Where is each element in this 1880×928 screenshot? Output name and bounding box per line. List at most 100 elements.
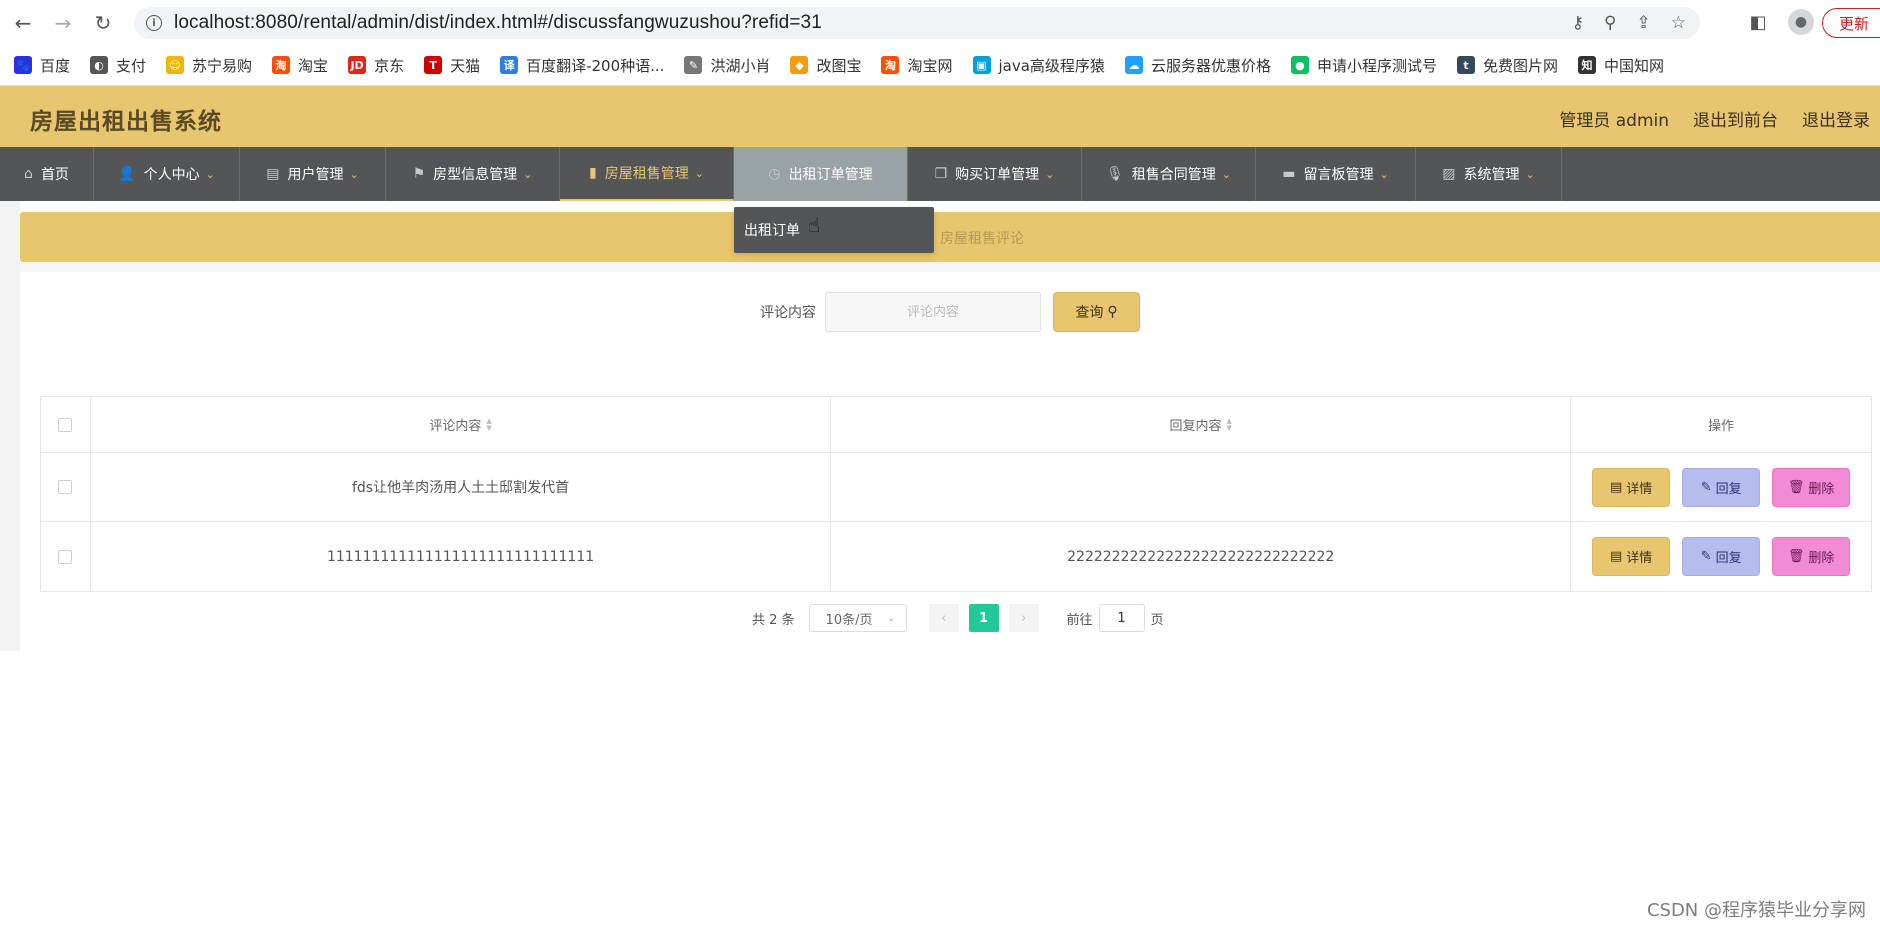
detail-button[interactable]: ▤ 详情 xyxy=(1592,467,1671,507)
header-ops-label: 操作 xyxy=(1708,419,1735,434)
nav-item-label: 系统管理 xyxy=(1463,167,1520,183)
row-checkbox-cell xyxy=(41,453,91,521)
back-icon[interactable]: ← xyxy=(10,10,36,36)
breadcrumb[interactable]: 房屋租售评论 xyxy=(940,228,1024,248)
sort-icon[interactable]: ▲ ▼ xyxy=(1227,417,1232,432)
reload-icon[interactable]: ↻ xyxy=(90,10,116,36)
row-checkbox[interactable] xyxy=(58,480,73,494)
reply-button[interactable]: ✎ 回复 xyxy=(1682,537,1761,576)
bookmark-item[interactable]: ☺ 苏宁易购 xyxy=(166,50,252,80)
row-checkbox[interactable] xyxy=(58,549,73,564)
watermark: CSDN @程序猿毕业分享网 xyxy=(1646,900,1866,921)
bookmark-item[interactable]: ▣ java高级程序猿 xyxy=(972,50,1105,80)
goto-label: 前往 xyxy=(1066,612,1093,628)
pagination: 共 2 条 10条/页 ⌄ ‹ 1 › 前往 1 页 xyxy=(752,604,1164,632)
next-page-button[interactable]: › xyxy=(1008,604,1039,632)
cell-content: 111111111111111111111111111111 xyxy=(91,522,832,591)
search-button-label: 查询 xyxy=(1075,305,1104,321)
bookmark-item[interactable]: 译百度翻译-200种语... xyxy=(500,50,664,80)
forward-icon[interactable]: → xyxy=(50,10,76,36)
admin-label: 管理员 admin xyxy=(1559,111,1669,131)
zoom-icon[interactable]: ⚲ xyxy=(1604,13,1616,33)
select-all-checkbox[interactable] xyxy=(58,417,73,432)
nav-item[interactable]: ▤ 用户管理 ⌄ xyxy=(240,147,386,201)
nav-item[interactable]: ◷ 出租订单管理 xyxy=(734,147,908,201)
table-header-row: 评论内容 ▲ ▼ 回复内容 ▲ ▼ 操作 xyxy=(41,397,1871,453)
table-row: 111111111111111111111111111111 2222222222… xyxy=(41,522,1871,591)
key-icon[interactable]: ⚷ xyxy=(1572,13,1584,33)
bookmark-label: 淘宝网 xyxy=(907,56,953,75)
address-bar[interactable]: i localhost:8080/rental/admin/dist/index… xyxy=(134,7,1700,39)
goto-suffix: 页 xyxy=(1150,612,1164,628)
row-checkbox-cell xyxy=(41,522,91,591)
logout-link[interactable]: 退出登录 xyxy=(1802,106,1870,131)
cell-content: fds让他羊肉汤用人土土邸割发代首 xyxy=(91,453,832,521)
bookmark-label: 申请小程序测试号 xyxy=(1316,56,1437,75)
nav-item[interactable]: 🎙 租售合同管理 ⌄ xyxy=(1082,147,1256,201)
bookmark-item[interactable]: 🐾 百度 xyxy=(14,50,70,80)
update-button[interactable]: 更新 xyxy=(1822,8,1880,38)
sort-icon[interactable]: ▲ ▼ xyxy=(486,417,491,432)
side-panel-icon[interactable]: ◧ xyxy=(1744,8,1772,36)
comments-table: 评论内容 ▲ ▼ 回复内容 ▲ ▼ 操作 fds让他羊肉汤用人土土邸割发代首 ▤ 详情 ✎… xyxy=(40,396,1872,592)
goto-page-input[interactable]: 1 xyxy=(1098,604,1145,632)
bookmark-icon: 知 xyxy=(1577,56,1596,74)
page-number-current[interactable]: 1 xyxy=(968,604,999,632)
front-link[interactable]: 退出到前台 xyxy=(1693,106,1778,131)
bookmark-item[interactable]: 淘淘宝网 xyxy=(881,50,953,80)
header-content[interactable]: 评论内容 ▲ ▼ xyxy=(91,397,832,452)
profile-avatar[interactable]: ● xyxy=(1788,9,1814,35)
browser-toolbar-icons: ◧ ● xyxy=(1744,8,1814,36)
nav-item[interactable]: ❐ 购买订单管理 ⌄ xyxy=(908,147,1082,201)
briefcase-icon: ▤ xyxy=(266,166,280,182)
nav-item[interactable]: ⚑ 房型信息管理 ⌄ xyxy=(386,147,560,201)
reply-button[interactable]: ✎ 回复 xyxy=(1682,467,1761,507)
bookmark-item[interactable]: T 天猫 xyxy=(424,50,480,80)
prev-page-button[interactable]: ‹ xyxy=(928,604,959,632)
bookmark-item[interactable]: ◆ 改图宝 xyxy=(790,50,861,80)
main-nav: ⌂ 首页 👤 个人中心 ⌄ ▤ 用户管理 ⌄ ⚑ 房型信息管理 ⌄ ▮ 房屋租售管理 ⌄ ◷ 出租订单管理 ❐ 购… xyxy=(0,147,1880,201)
nav-item-label: 留言板管理 xyxy=(1303,167,1374,183)
bookmark-icon: ◐ xyxy=(90,56,109,74)
delete-button[interactable]: 🗑 删除 xyxy=(1772,467,1851,507)
table-body: fds让他羊肉汤用人土土邸割发代首 ▤ 详情 ✎ 回复 🗑 删除 11111111111111… xyxy=(41,453,1871,591)
header-reply[interactable]: 回复内容 ▲ ▼ xyxy=(831,397,1572,452)
site-info-icon[interactable]: i xyxy=(146,15,162,31)
chevron-down-icon: ⌄ xyxy=(1525,167,1535,181)
share-icon[interactable]: ⇪ xyxy=(1637,13,1651,33)
bookmark-label: java高级程序猿 xyxy=(998,56,1105,75)
chevron-down-icon: ⌄ xyxy=(1221,167,1231,181)
microphone-icon: 🎙 xyxy=(1106,166,1124,182)
cell-ops: ▤ 详情 ✎ 回复 🗑 删除 xyxy=(1571,453,1871,521)
bookmark-item[interactable]: ☁ 云服务器优惠价格 xyxy=(1124,50,1271,80)
search-button[interactable]: 查询 ⚲ xyxy=(1053,292,1140,332)
bookmark-item[interactable]: ◐ 支付 xyxy=(90,50,146,80)
bookmark-item[interactable]: ✎ 洪湖小肖 xyxy=(684,50,770,80)
nav-item[interactable]: 👤 个人中心 ⌄ xyxy=(94,147,240,201)
chevron-down-icon: ⌄ xyxy=(205,167,215,181)
nav-item-label: 房屋租售管理 xyxy=(604,166,689,182)
nav-item[interactable]: ▬ 留言板管理 ⌄ xyxy=(1256,147,1416,201)
detail-button[interactable]: ▤ 详情 xyxy=(1592,537,1671,576)
nav-item[interactable]: ⌂ 首页 xyxy=(0,147,94,201)
bookmark-icon: 译 xyxy=(500,56,519,74)
dropdown-item-rental-order[interactable]: 出租订单 xyxy=(744,220,800,240)
chevron-down-icon: ⌄ xyxy=(349,167,359,181)
bookmark-item[interactable]: JD 京东 xyxy=(348,50,404,80)
bookmark-item[interactable]: t 免费图片网 xyxy=(1456,50,1558,80)
nav-item-label: 个人中心 xyxy=(143,167,200,183)
search-input[interactable] xyxy=(825,292,1041,332)
header-checkbox-cell xyxy=(41,397,91,452)
bookmark-star-icon[interactable]: ☆ xyxy=(1671,13,1686,33)
bookmark-item[interactable]: 淘淘宝 xyxy=(272,50,328,80)
cell-reply xyxy=(831,453,1572,521)
page-size-select[interactable]: 10条/页 ⌄ xyxy=(808,604,907,632)
bookmark-item[interactable]: ● 申请小程序测试号 xyxy=(1290,50,1437,80)
bookmark-item[interactable]: 知中国知网 xyxy=(1577,50,1664,80)
nav-item[interactable]: ▨ 系统管理 ⌄ xyxy=(1416,147,1562,201)
left-gutter xyxy=(0,201,20,651)
delete-button[interactable]: 🗑 删除 xyxy=(1772,537,1851,576)
breadcrumb-bar: 房屋租售评论 xyxy=(20,212,1880,262)
detail-label: 详情 xyxy=(1626,481,1653,497)
nav-item[interactable]: ▮ 房屋租售管理 ⌄ xyxy=(560,147,734,201)
